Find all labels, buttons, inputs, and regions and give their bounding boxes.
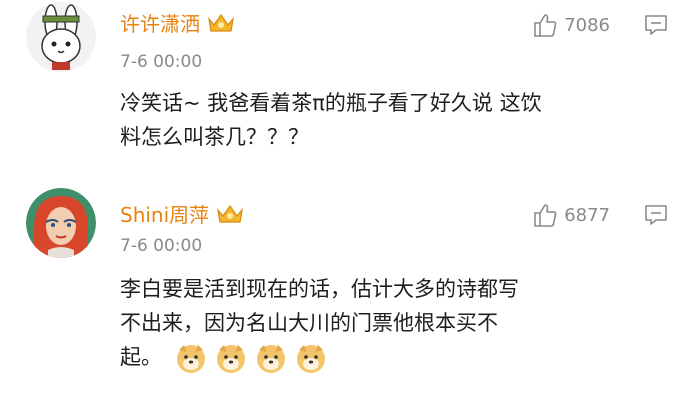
comment-text-line: 不出来，因为名山大川的门票他根本买不 — [120, 311, 498, 335]
username[interactable]: Shini周萍 — [120, 199, 245, 228]
username[interactable]: 许许潇洒 — [120, 8, 236, 37]
comment-actions: 7086 — [532, 12, 668, 38]
thumbs-up-icon — [534, 204, 557, 227]
comment-timestamp: 7-6 00:00 — [120, 52, 203, 72]
comment-text-fragment: 起。 — [120, 345, 162, 369]
crown-badge-icon — [217, 204, 244, 223]
user-avatar[interactable] — [26, 188, 96, 258]
comment-text-line: 李白要是活到现在的话，估计大多的诗都写 — [120, 277, 519, 301]
comment-body: 李白要是活到现在的话，估计大多的诗都写 不出来，因为名山大川的门票他根本买不 起… — [120, 272, 660, 374]
emoji-row — [175, 342, 335, 374]
comment-actions: 6877 — [532, 202, 668, 228]
reply-icon[interactable] — [644, 13, 668, 37]
like-count: 7086 — [564, 14, 610, 36]
comment-text-line: 起。 — [120, 340, 660, 374]
comment-item: 许许潇洒 7-6 00:00 7086 冷笑话~ 我爸看着茶π的瓶子看了好久说 … — [0, 0, 690, 190]
user-avatar[interactable] — [26, 2, 96, 72]
reply-icon[interactable] — [644, 203, 668, 227]
comment-item: Shini周萍 7-6 00:00 6877 李白要是活到现在的话，估计大多的诗… — [0, 186, 690, 406]
like-button[interactable]: 7086 — [532, 12, 644, 38]
thumbs-up-icon — [534, 14, 557, 37]
doge-emoji-icon — [296, 345, 325, 373]
doge-emoji-icon — [176, 345, 205, 373]
comment-text-line: 料怎么叫茶几？？？ — [120, 125, 309, 149]
rabbit-avatar-icon — [26, 2, 96, 72]
doge-emoji-icon — [256, 345, 285, 373]
portrait-avatar-icon — [26, 188, 96, 258]
comment-timestamp: 7-6 00:00 — [120, 236, 203, 256]
comment-body: 冷笑话~ 我爸看着茶π的瓶子看了好久说 这饮 料怎么叫茶几？？？ — [120, 86, 660, 154]
crown-badge-icon — [208, 13, 234, 32]
like-button[interactable]: 6877 — [532, 202, 644, 228]
like-count: 6877 — [564, 204, 610, 226]
comment-text-line: 冷笑话~ 我爸看着茶π的瓶子看了好久说 这饮 — [120, 91, 542, 115]
doge-emoji-icon — [216, 345, 245, 373]
